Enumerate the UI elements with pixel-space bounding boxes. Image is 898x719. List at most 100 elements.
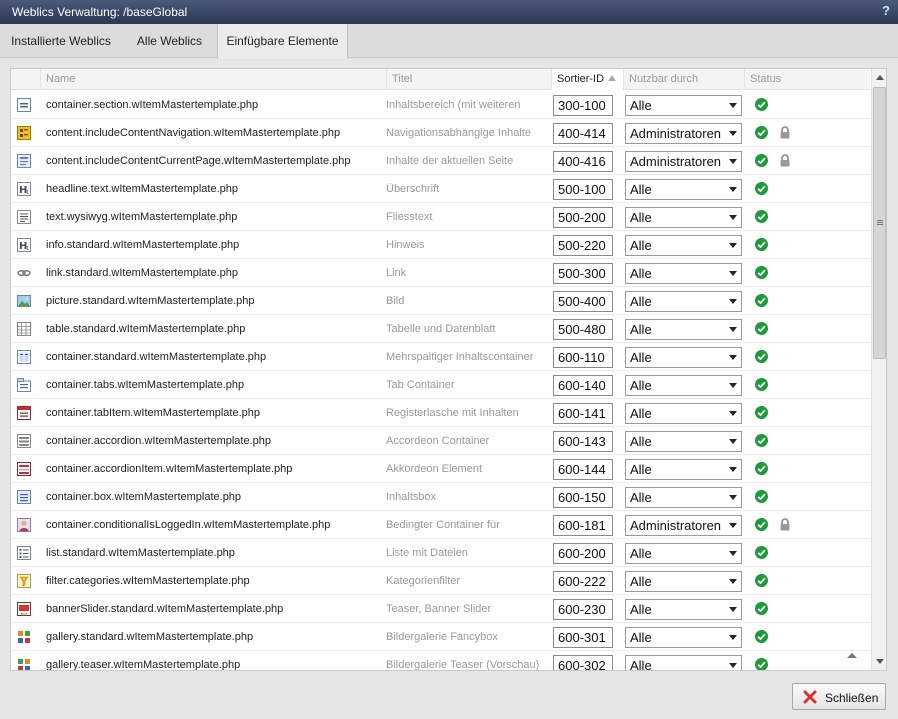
accordion-icon <box>17 434 31 448</box>
header-titel[interactable]: Titel <box>386 69 551 90</box>
header-status[interactable]: Status <box>744 69 870 90</box>
table-row[interactable]: container.tabItem.wItemMastertemplate.ph… <box>11 399 870 427</box>
sortier-id-input[interactable] <box>553 459 613 480</box>
table-row[interactable]: gallery.standard.wItemMastertemplate.php… <box>11 623 870 651</box>
scroll-down-icon[interactable] <box>876 659 884 664</box>
close-icon <box>803 690 817 704</box>
table-row[interactable]: H 1 info.standard.wItemMastertemplate.php H… <box>11 231 870 259</box>
nutzbar-durch-select[interactable]: Administratoren <box>625 123 742 144</box>
table-row[interactable]: container.conditionalIsLoggedIn.wItemMas… <box>11 511 870 539</box>
close-button[interactable]: Schließen <box>792 683 886 710</box>
nutzbar-durch-select[interactable]: Alle <box>625 571 742 592</box>
nutzbar-durch-select[interactable]: Alle <box>625 207 742 228</box>
sortier-id-input[interactable] <box>553 431 613 452</box>
table-row[interactable]: picture.standard.wItemMastertemplate.php… <box>11 287 870 315</box>
header-name[interactable]: Name <box>40 69 386 90</box>
table-row[interactable]: container.accordionItem.wItemMastertempl… <box>11 455 870 483</box>
sortier-id-input[interactable] <box>553 571 613 592</box>
sortier-id-input[interactable] <box>553 179 613 200</box>
link-icon <box>17 270 31 276</box>
scroll-to-top-icon[interactable] <box>847 653 857 658</box>
sortier-id-input[interactable] <box>553 403 613 424</box>
tab-alle-weblics[interactable]: Alle Weblics <box>122 24 217 58</box>
nutzbar-durch-select[interactable]: Alle <box>625 347 742 368</box>
nutzbar-durch-select[interactable]: Administratoren <box>625 515 742 536</box>
sortier-id-input[interactable] <box>553 123 613 144</box>
table-row[interactable]: link.standard.wItemMastertemplate.php Lin… <box>11 259 870 287</box>
sortier-id-input[interactable] <box>553 319 613 340</box>
status-ok-icon <box>755 210 768 223</box>
nutzbar-durch-select[interactable]: Alle <box>625 487 742 508</box>
table-row[interactable]: container.accordion.wItemMastertemplate.… <box>11 427 870 455</box>
table-row[interactable]: text.wysiwyg.wItemMastertemplate.php Flie… <box>11 203 870 231</box>
scroll-thumb[interactable] <box>873 87 886 359</box>
nutzbar-durch-select[interactable]: Alle <box>625 459 742 480</box>
header-sortier-id[interactable]: Sortier-ID <box>551 69 623 90</box>
table-row[interactable]: list.standard.wItemMastertemplate.php Lis… <box>11 539 870 567</box>
nutzbar-durch-select[interactable]: Administratoren <box>625 151 742 172</box>
sortier-id-input[interactable] <box>553 599 613 620</box>
nutzbar-durch-select[interactable]: Alle <box>625 431 742 452</box>
tab-installierte-weblics[interactable]: Installierte Weblics <box>0 24 122 58</box>
nutzbar-durch-select[interactable]: Alle <box>625 263 742 284</box>
nutzbar-durch-value: Alle <box>630 462 652 477</box>
table-row[interactable]: filter.categories.wItemMastertemplate.ph… <box>11 567 870 595</box>
table-row[interactable]: table.standard.wItemMastertemplate.php Ta… <box>11 315 870 343</box>
sortier-id-input[interactable] <box>553 627 613 648</box>
vertical-scrollbar[interactable] <box>871 69 886 670</box>
sortier-id-input[interactable] <box>553 207 613 228</box>
table-row[interactable]: content.includeContentCurrentPage.wItemM… <box>11 147 870 175</box>
sortier-id-input[interactable] <box>553 235 613 256</box>
table-row[interactable]: container.section.wItemMastertemplate.ph… <box>11 91 870 119</box>
table-row[interactable]: container.tabs.wItemMastertemplate.php Ta… <box>11 371 870 399</box>
nutzbar-durch-value: Administratoren <box>630 518 722 533</box>
nutzbar-durch-select[interactable]: Alle <box>625 543 742 564</box>
window-title: Weblics Verwaltung: /baseGlobal <box>12 5 188 19</box>
table-row[interactable]: content.includeContentNavigation.wItemMa… <box>11 119 870 147</box>
table-row[interactable]: gallery.teaser.wItemMastertemplate.php Bi… <box>11 651 870 670</box>
nutzbar-durch-select[interactable]: Alle <box>625 655 742 670</box>
sortier-id-input[interactable] <box>553 487 613 508</box>
sortier-id-input[interactable] <box>553 655 613 670</box>
scroll-up-icon[interactable] <box>876 75 884 80</box>
table-row[interactable]: H 1 headline.text.wItemMastertemplate.php Ü… <box>11 175 870 203</box>
nutzbar-durch-select[interactable]: Alle <box>625 627 742 648</box>
text-icon <box>17 210 31 224</box>
status-ok-icon <box>755 518 768 531</box>
help-icon[interactable]: ? <box>882 3 890 18</box>
nutzbar-durch-select[interactable]: Alle <box>625 235 742 256</box>
sortier-id-input[interactable] <box>553 291 613 312</box>
status-ok-icon <box>755 154 768 167</box>
row-name: content.includeContentCurrentPage.wItemM… <box>46 155 351 167</box>
sortier-id-input[interactable] <box>553 375 613 396</box>
nutzbar-durch-select[interactable]: Alle <box>625 319 742 340</box>
row-name: gallery.standard.wItemMastertemplate.php <box>46 631 254 643</box>
table-row[interactable]: container.box.wItemMastertemplate.php Inh… <box>11 483 870 511</box>
sortier-id-input[interactable] <box>553 515 613 536</box>
table-row[interactable]: container.standard.wItemMastertemplate.p… <box>11 343 870 371</box>
nutzbar-durch-value: Alle <box>630 490 652 505</box>
nutzbar-durch-select[interactable]: Alle <box>625 291 742 312</box>
row-titel: Inhalte der aktuellen Seite <box>386 155 514 167</box>
close-button-label: Schließen <box>825 691 879 705</box>
nutzbar-durch-select[interactable]: Alle <box>625 599 742 620</box>
nutzbar-durch-value: Alle <box>630 210 652 225</box>
status-ok-icon <box>755 294 768 307</box>
sortier-id-input[interactable] <box>553 263 613 284</box>
chevron-down-icon <box>729 411 737 416</box>
table-row[interactable]: bannerSlider.standard.wItemMastertemplat… <box>11 595 870 623</box>
nutzbar-durch-select[interactable]: Alle <box>625 403 742 424</box>
nutzbar-durch-select[interactable]: Alle <box>625 375 742 396</box>
sortier-id-input[interactable] <box>553 347 613 368</box>
sortier-id-input[interactable] <box>553 95 613 116</box>
sortier-id-input[interactable] <box>553 543 613 564</box>
tab-einfuegbare-elemente[interactable]: Einfügbare Elemente <box>217 24 348 59</box>
nutzbar-durch-value: Alle <box>630 238 652 253</box>
nutzbar-durch-select[interactable]: Alle <box>625 179 742 200</box>
nutzbar-durch-select[interactable]: Alle <box>625 95 742 116</box>
sortier-id-input[interactable] <box>553 151 613 172</box>
status-ok-icon <box>755 238 768 251</box>
row-titel: Hinweis <box>386 239 425 251</box>
header-nutzbar-durch[interactable]: Nutzbar durch <box>623 69 744 90</box>
status-ok-icon <box>755 434 768 447</box>
